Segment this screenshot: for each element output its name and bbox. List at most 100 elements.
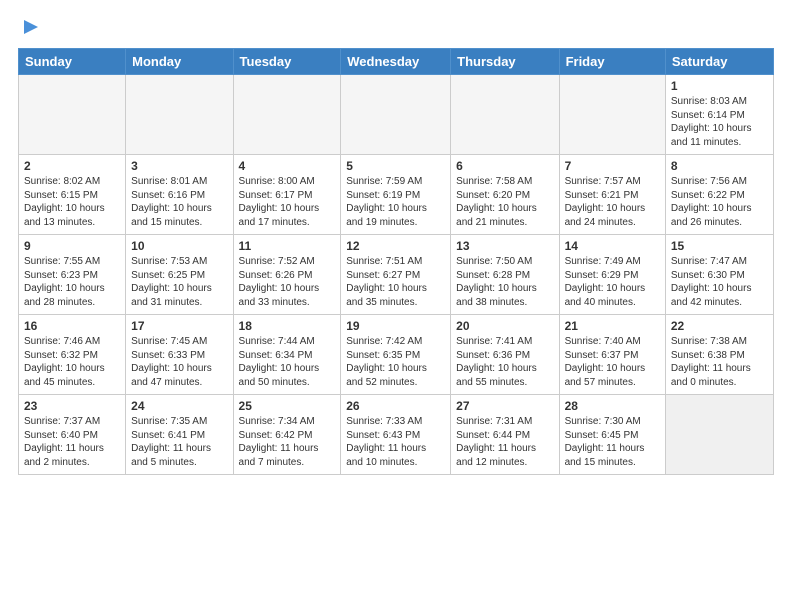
calendar-cell: 26Sunrise: 7:33 AM Sunset: 6:43 PM Dayli… (341, 395, 451, 475)
day-number: 24 (131, 399, 227, 413)
day-number: 13 (456, 239, 553, 253)
calendar-week-row: 16 Sunrise: 7:46 AM Sunset: 6:32 PM Dayli… (19, 315, 774, 395)
calendar-header-wednesday: Wednesday (341, 49, 451, 75)
calendar-cell (19, 75, 126, 155)
day-info: Sunrise: 7:47 AM Sunset: 6:30 PM Dayligh… (671, 255, 768, 309)
day-number: 23 (24, 399, 120, 413)
day-number: 2 (24, 159, 120, 173)
day-info: Sunrise: 7:31 AM Sunset: 6:44 PM Dayligh… (456, 415, 553, 469)
calendar-cell (665, 395, 773, 475)
day-number: 16 (24, 319, 120, 333)
calendar-cell: 1 Sunrise: 8:03 AM Sunset: 6:14 PM Daylig… (665, 75, 773, 155)
calendar-cell: 3 Sunrise: 8:01 AM Sunset: 6:16 PM Daylig… (126, 155, 233, 235)
calendar-cell: 6 Sunrise: 7:58 AM Sunset: 6:20 PM Daylig… (451, 155, 559, 235)
day-number: 11 (239, 239, 336, 253)
calendar-cell: 11 Sunrise: 7:52 AM Sunset: 6:26 PM Dayli… (233, 235, 341, 315)
day-info: Sunrise: 7:49 AM Sunset: 6:29 PM Dayligh… (565, 255, 660, 309)
day-number: 10 (131, 239, 227, 253)
calendar-cell (126, 75, 233, 155)
calendar-cell (451, 75, 559, 155)
day-info: Sunrise: 7:40 AM Sunset: 6:37 PM Dayligh… (565, 335, 660, 389)
calendar-table: SundayMondayTuesdayWednesdayThursdayFrid… (18, 48, 774, 475)
day-info: Sunrise: 8:02 AM Sunset: 6:15 PM Dayligh… (24, 175, 120, 229)
day-info: Sunrise: 7:46 AM Sunset: 6:32 PM Dayligh… (24, 335, 120, 389)
day-number: 8 (671, 159, 768, 173)
day-info: Sunrise: 7:37 AM Sunset: 6:40 PM Dayligh… (24, 415, 120, 469)
calendar-cell: 17 Sunrise: 7:45 AM Sunset: 6:33 PM Dayli… (126, 315, 233, 395)
calendar-cell: 18 Sunrise: 7:44 AM Sunset: 6:34 PM Dayli… (233, 315, 341, 395)
calendar-cell: 21 Sunrise: 7:40 AM Sunset: 6:37 PM Dayli… (559, 315, 665, 395)
calendar-cell: 25Sunrise: 7:34 AM Sunset: 6:42 PM Dayli… (233, 395, 341, 475)
day-info: Sunrise: 7:41 AM Sunset: 6:36 PM Dayligh… (456, 335, 553, 389)
page: SundayMondayTuesdayWednesdayThursdayFrid… (0, 0, 792, 612)
day-info: Sunrise: 8:03 AM Sunset: 6:14 PM Dayligh… (671, 95, 768, 149)
day-number: 6 (456, 159, 553, 173)
day-info: Sunrise: 7:57 AM Sunset: 6:21 PM Dayligh… (565, 175, 660, 229)
day-info: Sunrise: 7:44 AM Sunset: 6:34 PM Dayligh… (239, 335, 336, 389)
header (18, 18, 774, 38)
day-info: Sunrise: 8:01 AM Sunset: 6:16 PM Dayligh… (131, 175, 227, 229)
calendar-week-row: 23 Sunrise: 7:37 AM Sunset: 6:40 PM Dayli… (19, 395, 774, 475)
day-info: Sunrise: 7:53 AM Sunset: 6:25 PM Dayligh… (131, 255, 227, 309)
calendar-cell: 20 Sunrise: 7:41 AM Sunset: 6:36 PM Dayli… (451, 315, 559, 395)
calendar-cell: 4 Sunrise: 8:00 AM Sunset: 6:17 PM Daylig… (233, 155, 341, 235)
calendar-cell: 2 Sunrise: 8:02 AM Sunset: 6:15 PM Daylig… (19, 155, 126, 235)
day-info: Sunrise: 8:00 AM Sunset: 6:17 PM Dayligh… (239, 175, 336, 229)
calendar-header-friday: Friday (559, 49, 665, 75)
day-number: 28 (565, 399, 660, 413)
day-number: 14 (565, 239, 660, 253)
day-number: 9 (24, 239, 120, 253)
calendar-header-row: SundayMondayTuesdayWednesdayThursdayFrid… (19, 49, 774, 75)
logo (18, 18, 42, 38)
calendar-week-row: 1 Sunrise: 8:03 AM Sunset: 6:14 PM Daylig… (19, 75, 774, 155)
calendar-cell: 27 Sunrise: 7:31 AM Sunset: 6:44 PM Dayli… (451, 395, 559, 475)
day-number: 1 (671, 79, 768, 93)
day-number: 17 (131, 319, 227, 333)
day-number: 4 (239, 159, 336, 173)
calendar-cell: 9 Sunrise: 7:55 AM Sunset: 6:23 PM Daylig… (19, 235, 126, 315)
calendar-week-row: 9 Sunrise: 7:55 AM Sunset: 6:23 PM Daylig… (19, 235, 774, 315)
calendar-cell (341, 75, 451, 155)
calendar-cell: 22 Sunrise: 7:38 AM Sunset: 6:38 PM Dayli… (665, 315, 773, 395)
day-info: Sunrise: 7:38 AM Sunset: 6:38 PM Dayligh… (671, 335, 768, 389)
calendar-cell: 13 Sunrise: 7:50 AM Sunset: 6:28 PM Dayli… (451, 235, 559, 315)
day-info: Sunrise: 7:30 AM Sunset: 6:45 PM Dayligh… (565, 415, 660, 469)
day-number: 3 (131, 159, 227, 173)
calendar-cell: 12 Sunrise: 7:51 AM Sunset: 6:27 PM Dayli… (341, 235, 451, 315)
day-number: 18 (239, 319, 336, 333)
day-number: 12 (346, 239, 445, 253)
day-info: Sunrise: 7:59 AM Sunset: 6:19 PM Dayligh… (346, 175, 445, 229)
day-info: Sunrise: 7:55 AM Sunset: 6:23 PM Dayligh… (24, 255, 120, 309)
day-info: Sunrise: 7:33 AM Sunset: 6:43 PM Dayligh… (346, 415, 445, 469)
day-info: Sunrise: 7:50 AM Sunset: 6:28 PM Dayligh… (456, 255, 553, 309)
calendar-cell: 14 Sunrise: 7:49 AM Sunset: 6:29 PM Dayli… (559, 235, 665, 315)
calendar-cell: 24 Sunrise: 7:35 AM Sunset: 6:41 PM Dayli… (126, 395, 233, 475)
day-number: 27 (456, 399, 553, 413)
day-info: Sunrise: 7:35 AM Sunset: 6:41 PM Dayligh… (131, 415, 227, 469)
calendar-header-tuesday: Tuesday (233, 49, 341, 75)
day-number: 15 (671, 239, 768, 253)
day-number: 7 (565, 159, 660, 173)
calendar-cell: 8Sunrise: 7:56 AM Sunset: 6:22 PM Daylig… (665, 155, 773, 235)
day-info: Sunrise: 7:52 AM Sunset: 6:26 PM Dayligh… (239, 255, 336, 309)
day-number: 19 (346, 319, 445, 333)
calendar-header-saturday: Saturday (665, 49, 773, 75)
calendar-week-row: 2 Sunrise: 8:02 AM Sunset: 6:15 PM Daylig… (19, 155, 774, 235)
day-info: Sunrise: 7:51 AM Sunset: 6:27 PM Dayligh… (346, 255, 445, 309)
day-number: 21 (565, 319, 660, 333)
calendar-cell (559, 75, 665, 155)
logo-arrow-icon (20, 16, 42, 38)
day-info: Sunrise: 7:58 AM Sunset: 6:20 PM Dayligh… (456, 175, 553, 229)
day-number: 22 (671, 319, 768, 333)
day-number: 5 (346, 159, 445, 173)
calendar-cell: 19Sunrise: 7:42 AM Sunset: 6:35 PM Dayli… (341, 315, 451, 395)
calendar-cell: 16 Sunrise: 7:46 AM Sunset: 6:32 PM Dayli… (19, 315, 126, 395)
calendar-cell: 28 Sunrise: 7:30 AM Sunset: 6:45 PM Dayli… (559, 395, 665, 475)
day-number: 20 (456, 319, 553, 333)
calendar-cell: 10 Sunrise: 7:53 AM Sunset: 6:25 PM Dayli… (126, 235, 233, 315)
calendar-cell (233, 75, 341, 155)
calendar-cell: 7 Sunrise: 7:57 AM Sunset: 6:21 PM Daylig… (559, 155, 665, 235)
day-info: Sunrise: 7:34 AM Sunset: 6:42 PM Dayligh… (239, 415, 336, 469)
day-info: Sunrise: 7:45 AM Sunset: 6:33 PM Dayligh… (131, 335, 227, 389)
calendar-cell: 5 Sunrise: 7:59 AM Sunset: 6:19 PM Daylig… (341, 155, 451, 235)
